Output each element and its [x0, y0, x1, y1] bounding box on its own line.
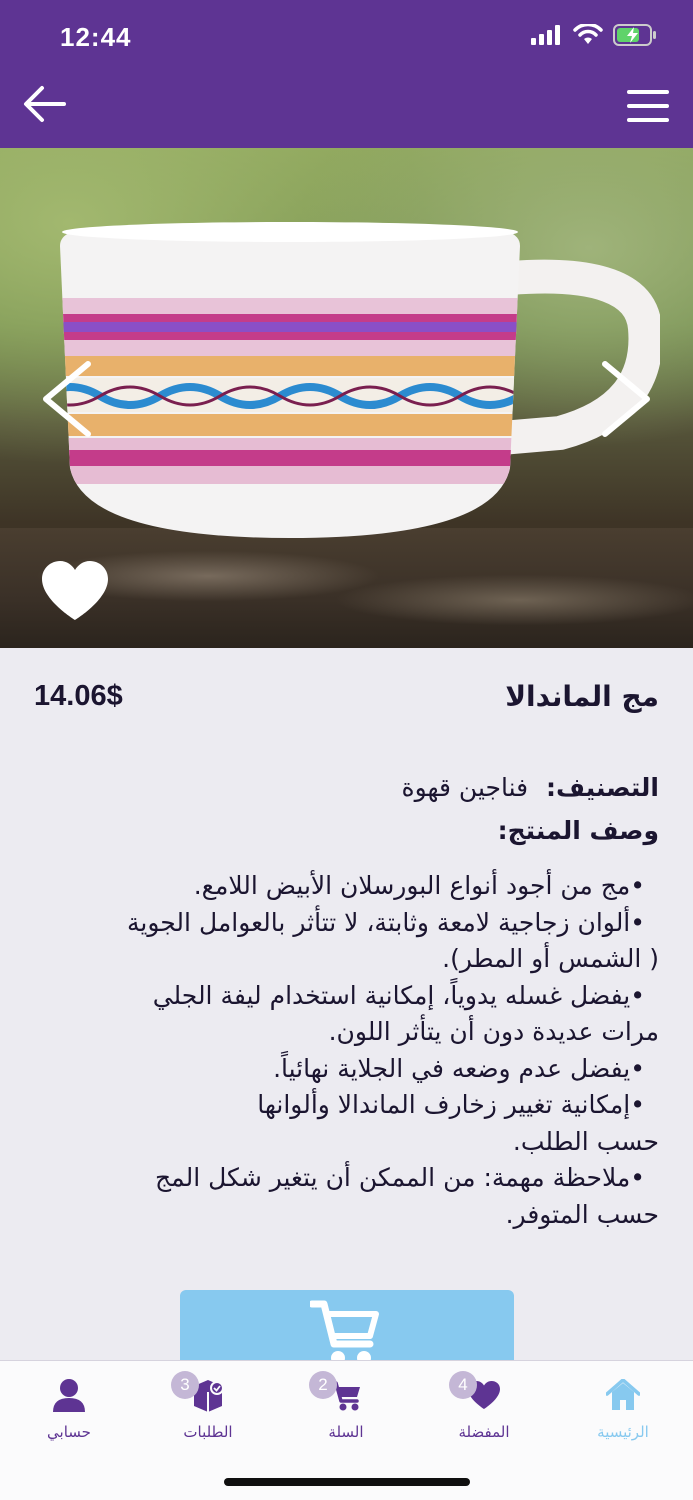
tab-favorites[interactable]: 4 المفضلة: [429, 1371, 539, 1447]
tab-account[interactable]: حسابي: [14, 1375, 124, 1447]
title-row: مج الماندالا 14.06$: [34, 648, 659, 748]
tab-home[interactable]: الرئيسية: [568, 1375, 678, 1447]
category-value: فناجين قهوة: [401, 773, 529, 802]
tab-label: السلة: [328, 1423, 364, 1441]
status-icons: [531, 24, 657, 46]
description-line: حسب المتوفر.: [505, 1199, 659, 1229]
person-icon: [53, 1379, 85, 1412]
status-time: 12:44: [60, 22, 132, 52]
signal-icon: [531, 25, 560, 45]
description-line: •مج من أجود أنواع البورسلان الأبيض اللام…: [193, 871, 645, 900]
next-image-arrow-icon[interactable]: [595, 358, 657, 440]
tab-label: الرئيسية: [597, 1423, 649, 1441]
back-arrow-icon[interactable]: [20, 82, 70, 126]
app-header: [0, 70, 693, 148]
battery-charging-icon: [613, 24, 656, 46]
tab-cart[interactable]: 2 السلة: [291, 1371, 401, 1447]
tab-label: المفضلة: [458, 1423, 510, 1441]
description-line: •يفضل غسله يدوياً، إمكانية استخدام ليفة …: [152, 980, 645, 1010]
product-image-carousel: [0, 148, 693, 648]
category-row: التصنيف: فناجين قهوة: [34, 768, 659, 808]
product-details: مج الماندالا 14.06$ التصنيف: فناجين قهوة…: [0, 648, 693, 1233]
description-line: •ألوان زجاجية لامعة وثابتة، لا تتأثر بال…: [127, 907, 645, 937]
hamburger-menu-icon[interactable]: [625, 86, 671, 126]
tab-orders[interactable]: 3 الطلبات: [153, 1371, 263, 1447]
description-title: وصف المنتج:: [497, 816, 659, 845]
tab-label: الطلبات: [183, 1423, 233, 1441]
product-price: 14.06$: [34, 680, 123, 712]
favorite-heart-icon[interactable]: [40, 560, 110, 622]
status-bar: 12:44: [0, 0, 693, 70]
description-line: ( الشمس أو المطر).: [442, 944, 659, 973]
orders-count-badge: 3: [171, 1371, 199, 1399]
description-line: •يفضل عدم وضعه في الجلاية نهائياً.: [273, 1053, 645, 1083]
description-body: •مج من أجود أنواع البورسلان الأبيض اللام…: [34, 868, 659, 1233]
favorites-count-badge: 4: [449, 1371, 477, 1399]
cart-icon: [310, 1300, 379, 1365]
cart-count-badge: 2: [309, 1371, 337, 1399]
home-icon: [606, 1379, 640, 1410]
description-line: •ملاحظة مهمة: من الممكن أن يتغير شكل الم…: [154, 1163, 645, 1192]
product-image: [60, 222, 660, 538]
wifi-icon: [573, 24, 603, 44]
previous-image-arrow-icon[interactable]: [36, 358, 98, 440]
description-line: •إمكانية تغيير زخارف الماندالا وألوانها: [257, 1090, 645, 1119]
tab-label: حسابي: [47, 1423, 91, 1441]
product-name: مج الماندالا: [505, 680, 659, 713]
home-indicator: [224, 1478, 470, 1486]
category-label: التصنيف:: [546, 773, 659, 802]
description-line: حسب الطلب.: [512, 1126, 659, 1156]
description-line: مرات عديدة دون أن يتأثر اللون.: [328, 1017, 659, 1046]
